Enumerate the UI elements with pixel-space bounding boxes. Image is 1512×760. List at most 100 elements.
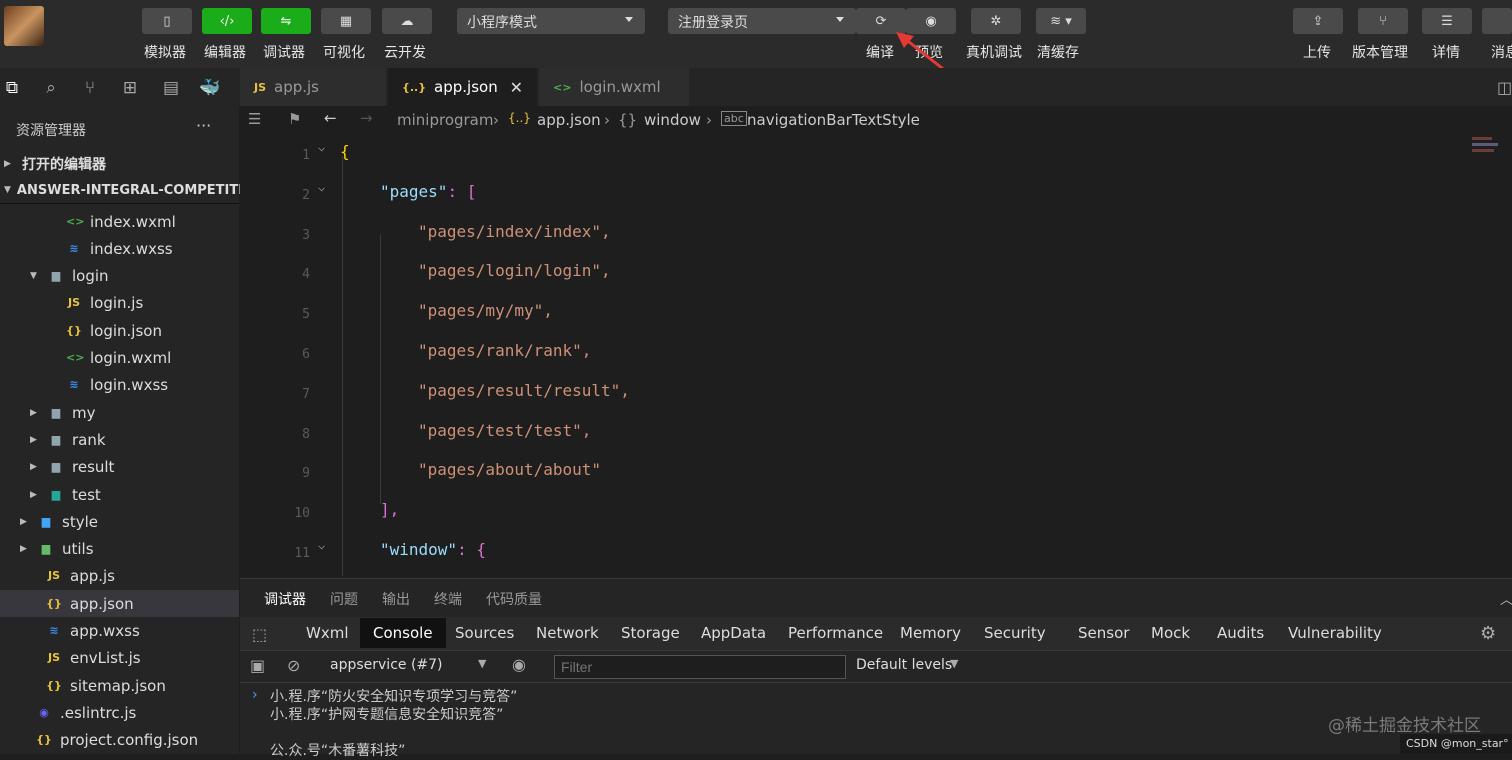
outline-list-icon[interactable]: ☰: [248, 110, 261, 128]
devtools-tab[interactable]: Security: [984, 624, 1046, 642]
file-tree-item[interactable]: JS envList.js: [0, 645, 239, 672]
file-tree-label: index.wxss: [90, 239, 173, 258]
visual-button[interactable]: ▦: [321, 8, 371, 34]
messages-button[interactable]: [1482, 8, 1512, 34]
close-icon[interactable]: ✕: [510, 78, 523, 97]
file-tree-item[interactable]: JS app.js: [0, 563, 239, 590]
breadcrumb-item[interactable]: miniprogram: [397, 111, 493, 129]
file-tree-item[interactable]: <> login.wxml: [0, 345, 239, 372]
file-tree-label: login.js: [90, 294, 144, 313]
file-tree-item[interactable]: ▶ ▆ style: [0, 508, 239, 535]
eye-icon[interactable]: ◉: [512, 655, 526, 674]
json-file-icon: {..}: [402, 80, 427, 94]
mode-select[interactable]: 小程序模式: [457, 8, 645, 34]
fold-chevron-icon[interactable]: ⌵: [318, 140, 325, 154]
docker-icon[interactable]: 🐳: [199, 78, 220, 98]
gear-icon[interactable]: ⚙: [1480, 623, 1496, 644]
compile-mode-select[interactable]: 注册登录页: [668, 8, 856, 34]
breadcrumb-item[interactable]: navigationBarTextStyle: [747, 111, 920, 129]
devtools-tab[interactable]: Mock: [1151, 624, 1190, 642]
details-button[interactable]: ☰: [1422, 8, 1472, 34]
file-tree-item[interactable]: ▶ ▆ utils: [0, 536, 239, 563]
debugger-button[interactable]: ⇋: [261, 8, 311, 34]
devtools-tab[interactable]: Sensor: [1078, 624, 1129, 642]
chevron-up-icon[interactable]: ︿: [1500, 589, 1512, 608]
inspect-element-icon[interactable]: ⬚: [252, 625, 267, 644]
filter-input[interactable]: [554, 655, 846, 679]
levels-select[interactable]: Default levels: [856, 657, 952, 673]
source-control-icon[interactable]: ⑂: [80, 78, 100, 98]
wxss-file-icon: ≋: [49, 624, 59, 637]
devtools-tab[interactable]: Wxml: [306, 624, 349, 642]
devtools-tab[interactable]: Network: [536, 624, 599, 642]
search-icon[interactable]: ⌕: [41, 78, 61, 98]
tab-app-json[interactable]: {..} app.json ✕: [388, 68, 538, 106]
file-tree-item[interactable]: ▶ ▆ my: [0, 399, 239, 426]
file-tree-item[interactable]: ▶ ▆ result: [0, 454, 239, 481]
file-tree-item[interactable]: {} login.json: [0, 317, 239, 344]
indent-guide: [380, 234, 381, 504]
fold-chevron-icon[interactable]: ⌵: [318, 538, 325, 552]
tab-app-js[interactable]: JS app.js: [240, 68, 387, 106]
file-tree-item[interactable]: JS login.js: [0, 290, 239, 317]
panel-tab[interactable]: 问题: [330, 589, 358, 609]
devtools-tab[interactable]: Audits: [1217, 624, 1264, 642]
code-line: "pages/result/result",: [418, 381, 630, 400]
context-select[interactable]: appservice (#7): [330, 657, 443, 673]
explorer-icon[interactable]: ⧉: [2, 78, 22, 98]
file-tree-item[interactable]: ▼ ▆ login: [0, 263, 239, 290]
devtools-tab[interactable]: Memory: [900, 624, 961, 642]
file-tree-item[interactable]: {} sitemap.json: [0, 672, 239, 699]
extensions-icon[interactable]: ⊞: [120, 78, 140, 98]
project-section[interactable]: ▼ ANSWER-INTEGRAL-COMPETITI...: [0, 177, 258, 204]
tab-login-wxml[interactable]: <> login.wxml: [539, 68, 690, 106]
file-tree-item[interactable]: ≋ index.wxss: [0, 235, 239, 262]
visual-label: 可视化: [323, 45, 365, 61]
cloud-button[interactable]: ☁: [382, 8, 432, 34]
panel-tab[interactable]: 输出: [382, 589, 410, 609]
upload-button[interactable]: ⇪: [1293, 8, 1343, 34]
code-editor[interactable]: 1 ⌵{2 ⌵ "pages": [3 "pages/index/index", 4 "pa…: [240, 134, 1512, 578]
devtools-tab[interactable]: Vulnerability: [1288, 624, 1382, 642]
devtools-tab[interactable]: Console: [360, 618, 446, 648]
clear-cache-button[interactable]: ≋ ▾: [1036, 8, 1086, 34]
chevron-down-icon: [625, 17, 633, 22]
file-tree-item[interactable]: ▶ ▆ test: [0, 481, 239, 508]
forward-arrow-icon[interactable]: →: [360, 109, 373, 127]
devtools-tab[interactable]: Storage: [621, 624, 680, 642]
file-tree-item[interactable]: ≋ login.wxss: [0, 372, 239, 399]
file-tree-item[interactable]: ≋ app.wxss: [0, 618, 239, 645]
avatar[interactable]: [4, 6, 44, 46]
split-editor-icon[interactable]: ◫: [1497, 78, 1512, 97]
panel-tab[interactable]: 终端: [434, 589, 462, 609]
file-tree-item[interactable]: ◉ .eslintrc.js: [0, 699, 239, 726]
back-arrow-icon[interactable]: ←: [324, 109, 337, 127]
fold-chevron-icon[interactable]: ⌵: [318, 180, 325, 194]
file-tree-item[interactable]: ▶ ▆ rank: [0, 426, 239, 453]
upload-label: 上传: [1303, 45, 1331, 61]
panel-tab[interactable]: 代码质量: [486, 589, 542, 609]
devtools-tab[interactable]: Performance: [788, 624, 883, 642]
bookmark-icon[interactable]: ⚑: [288, 110, 301, 128]
device-debug-button[interactable]: ✲: [971, 8, 1021, 34]
breadcrumb-item[interactable]: app.json: [537, 111, 601, 129]
more-actions-icon[interactable]: ···: [196, 116, 211, 135]
version-button[interactable]: ⑂: [1358, 8, 1408, 34]
open-editors-section[interactable]: ▶ 打开的编辑器: [0, 150, 239, 177]
clear-console-icon[interactable]: ⊘: [287, 656, 300, 675]
file-tree-item[interactable]: <> index.wxml: [0, 208, 239, 235]
editor-button[interactable]: ‹/›: [202, 8, 252, 34]
minimap[interactable]: [1472, 134, 1504, 164]
devtools-tab[interactable]: AppData: [701, 624, 766, 642]
sidebar-toggle-icon[interactable]: ▣: [250, 656, 265, 675]
simulator-button[interactable]: ▯: [142, 8, 192, 34]
messages-label: 消息: [1491, 45, 1512, 61]
file-tree-item[interactable]: {} app.json: [0, 590, 239, 618]
file-tree-label: app.wxss: [70, 622, 140, 640]
file-tree-item[interactable]: {} project.config.json: [0, 727, 239, 754]
breadcrumb: ☰ ⚑ ← → miniprogram › {..} app.json › {}…: [240, 106, 1512, 134]
breadcrumb-item[interactable]: window: [644, 111, 701, 129]
panel-tab[interactable]: 调试器: [264, 589, 306, 609]
storage-icon[interactable]: ▤: [161, 78, 181, 98]
devtools-tab[interactable]: Sources: [455, 624, 514, 642]
